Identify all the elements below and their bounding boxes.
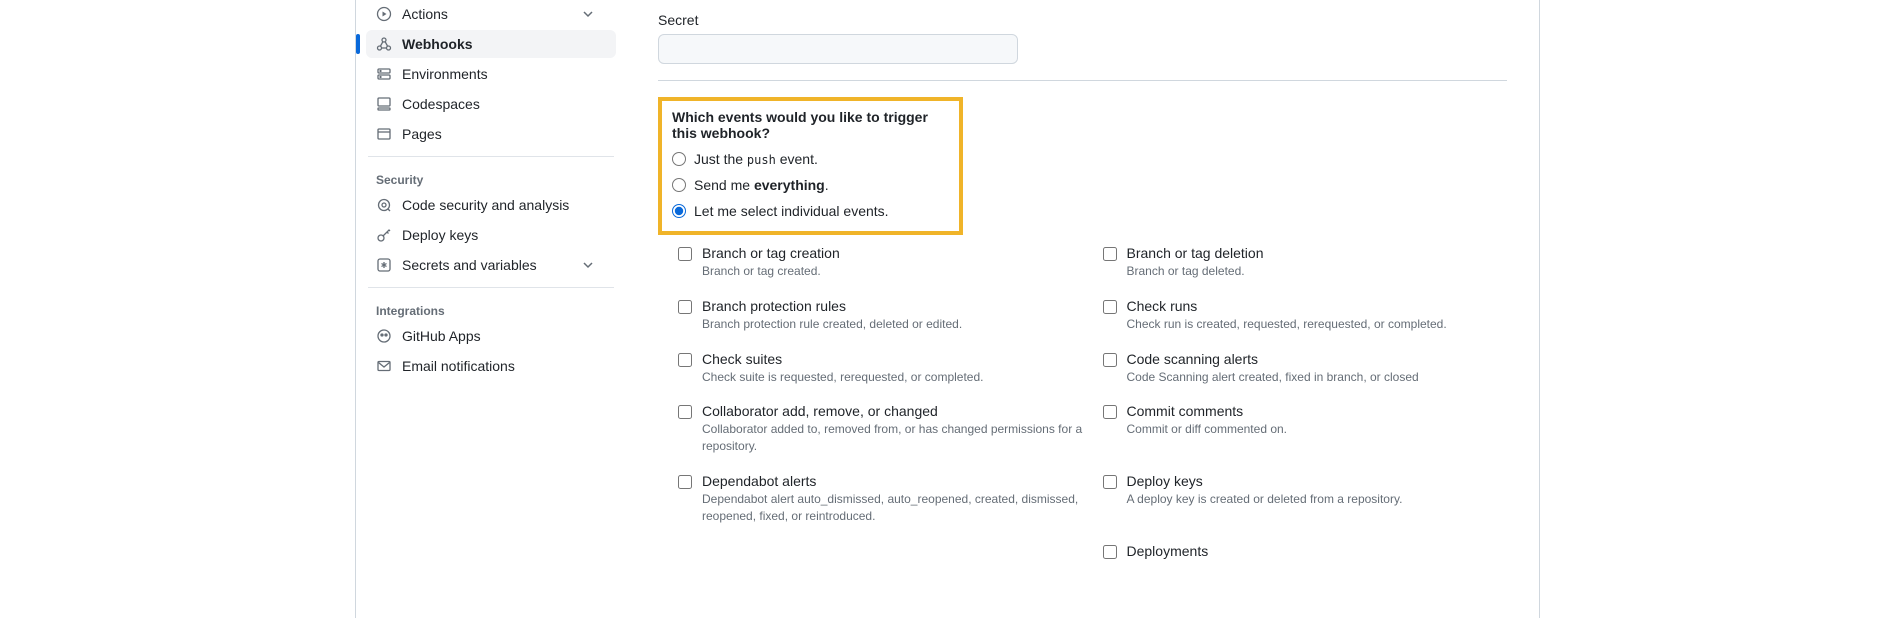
event-dependabot: Dependabot alerts Dependabot alert auto_… [678, 473, 1083, 525]
radio-individual-label: Let me select individual events. [694, 203, 889, 219]
nav-label: Actions [402, 6, 448, 22]
event-desc: Commit or diff commented on. [1127, 421, 1508, 438]
nav-label: Environments [402, 66, 488, 82]
nav-label: Pages [402, 126, 442, 142]
event-checkbox[interactable] [678, 300, 692, 314]
chevron-down-icon [580, 6, 596, 22]
event-checkbox[interactable] [678, 353, 692, 367]
event-check-suites: Check suites Check suite is requested, r… [678, 351, 1083, 386]
page-container: Actions Webhooks Environments Codespaces… [355, 0, 1540, 618]
events-title: Which events would you like to trigger t… [672, 109, 949, 141]
event-desc: A deploy key is created or deleted from … [1127, 491, 1508, 508]
secret-field-group: Secret [658, 12, 1507, 64]
event-checkbox[interactable] [1103, 545, 1117, 559]
radio-everything[interactable]: Send me everything. [672, 177, 949, 193]
event-desc: Branch or tag deleted. [1127, 263, 1508, 280]
nav-codespaces[interactable]: Codespaces [366, 90, 616, 118]
nav-label: Codespaces [402, 96, 480, 112]
event-label: Commit comments [1127, 403, 1508, 419]
event-label: Deploy keys [1127, 473, 1508, 489]
nav-label: Code security and analysis [402, 197, 569, 213]
mail-icon [376, 358, 392, 374]
event-code-scanning: Code scanning alerts Code Scanning alert… [1103, 351, 1508, 386]
apps-icon [376, 328, 392, 344]
main-content: Secret Which events would you like to tr… [626, 0, 1539, 618]
nav-pages[interactable]: Pages [366, 120, 616, 148]
event-branch-tag-deletion: Branch or tag deletion Branch or tag del… [1103, 245, 1508, 280]
divider [658, 80, 1507, 81]
radio-push-event[interactable]: Just the push event. [672, 151, 949, 167]
event-checkbox[interactable] [678, 475, 692, 489]
radio-individual[interactable]: Let me select individual events. [672, 203, 949, 219]
event-deployments: Deployments [1103, 543, 1508, 559]
codespaces-icon [376, 96, 392, 112]
nav-email-notifications[interactable]: Email notifications [366, 352, 616, 380]
settings-sidebar: Actions Webhooks Environments Codespaces… [356, 0, 626, 618]
nav-deploy-keys[interactable]: Deploy keys [366, 221, 616, 249]
asterisk-icon [376, 257, 392, 273]
integrations-section-title: Integrations [366, 296, 616, 322]
event-check-runs: Check runs Check run is created, request… [1103, 298, 1508, 333]
event-label: Branch or tag deletion [1127, 245, 1508, 261]
events-list: Branch or tag creation Branch or tag cre… [658, 245, 1507, 559]
event-desc: Check suite is requested, rerequested, o… [702, 369, 1083, 386]
nav-actions[interactable]: Actions [366, 0, 616, 28]
event-desc: Collaborator added to, removed from, or … [702, 421, 1083, 455]
event-checkbox[interactable] [1103, 247, 1117, 261]
event-desc: Check run is created, requested, rereque… [1127, 316, 1508, 333]
event-label: Collaborator add, remove, or changed [702, 403, 1083, 419]
secret-label: Secret [658, 12, 1507, 28]
nav-label: Secrets and variables [402, 257, 537, 273]
event-checkbox[interactable] [678, 247, 692, 261]
radio-push-label: Just the push event. [694, 151, 818, 167]
divider [368, 156, 614, 157]
event-label: Check runs [1127, 298, 1508, 314]
nav-secrets[interactable]: Secrets and variables [366, 251, 616, 279]
event-desc: Code Scanning alert created, fixed in br… [1127, 369, 1508, 386]
event-desc: Branch protection rule created, deleted … [702, 316, 1083, 333]
nav-github-apps[interactable]: GitHub Apps [366, 322, 616, 350]
nav-label: Deploy keys [402, 227, 478, 243]
event-checkbox[interactable] [1103, 475, 1117, 489]
event-label: Deployments [1127, 543, 1508, 559]
key-icon [376, 227, 392, 243]
event-label: Dependabot alerts [702, 473, 1083, 489]
nav-webhooks[interactable]: Webhooks [366, 30, 616, 58]
event-collaborator: Collaborator add, remove, or changed Col… [678, 403, 1083, 455]
radio-individual-input[interactable] [672, 204, 686, 218]
event-branch-protection: Branch protection rules Branch protectio… [678, 298, 1083, 333]
event-label: Check suites [702, 351, 1083, 367]
event-desc: Branch or tag created. [702, 263, 1083, 280]
chevron-down-icon [580, 257, 596, 273]
event-checkbox[interactable] [678, 405, 692, 419]
security-icon [376, 197, 392, 213]
play-icon [376, 6, 392, 22]
radio-everything-label: Send me everything. [694, 177, 829, 193]
radio-push-input[interactable] [672, 152, 686, 166]
event-label: Branch or tag creation [702, 245, 1083, 261]
events-trigger-box: Which events would you like to trigger t… [658, 97, 963, 235]
divider [368, 287, 614, 288]
nav-label: Email notifications [402, 358, 515, 374]
event-checkbox[interactable] [1103, 300, 1117, 314]
event-branch-tag-creation: Branch or tag creation Branch or tag cre… [678, 245, 1083, 280]
secret-input[interactable] [658, 34, 1018, 64]
event-label: Code scanning alerts [1127, 351, 1508, 367]
nav-label: GitHub Apps [402, 328, 481, 344]
webhook-icon [376, 36, 392, 52]
browser-icon [376, 126, 392, 142]
event-deploy-keys: Deploy keys A deploy key is created or d… [1103, 473, 1508, 525]
event-checkbox[interactable] [1103, 353, 1117, 367]
nav-code-security[interactable]: Code security and analysis [366, 191, 616, 219]
radio-everything-input[interactable] [672, 178, 686, 192]
server-icon [376, 66, 392, 82]
event-label: Branch protection rules [702, 298, 1083, 314]
event-desc: Dependabot alert auto_dismissed, auto_re… [702, 491, 1083, 525]
event-commit-comments: Commit comments Commit or diff commented… [1103, 403, 1508, 455]
security-section-title: Security [366, 165, 616, 191]
nav-environments[interactable]: Environments [366, 60, 616, 88]
nav-label: Webhooks [402, 36, 473, 52]
event-checkbox[interactable] [1103, 405, 1117, 419]
